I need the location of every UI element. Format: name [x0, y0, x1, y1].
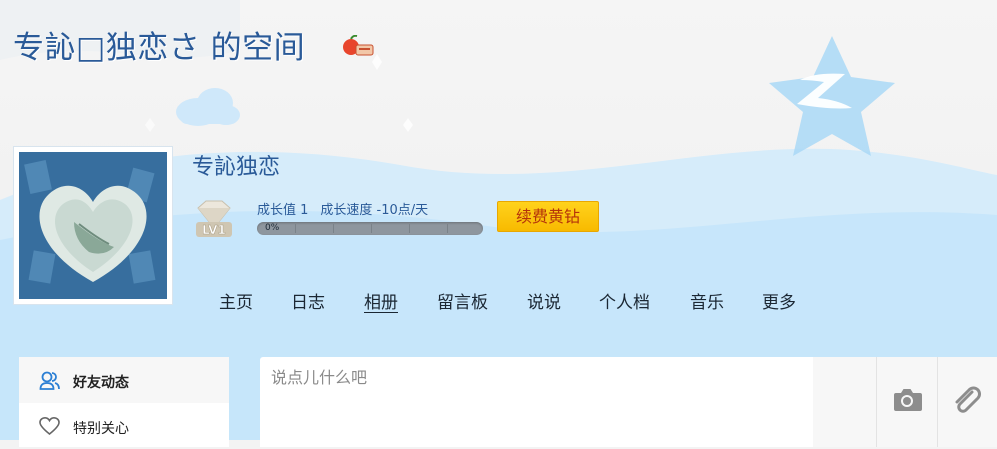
sidebar-item-label: 好友动态: [73, 375, 129, 391]
toolbar-divider: [876, 357, 877, 447]
growth-progress-bar: 0%: [257, 222, 483, 235]
friends-icon: [39, 371, 60, 390]
nav-music[interactable]: 音乐: [690, 288, 724, 313]
growth-value: 成长值 1: [257, 203, 309, 218]
nav-shuoshuo[interactable]: 说说: [527, 288, 561, 313]
post-input[interactable]: [260, 357, 813, 447]
avatar-frame[interactable]: [13, 146, 173, 305]
sidebar-item-special-care[interactable]: 特别关心: [19, 403, 229, 449]
avatar[interactable]: [19, 152, 167, 299]
nav-message-board[interactable]: 留言板: [437, 288, 488, 313]
nav-home[interactable]: 主页: [219, 288, 253, 313]
nav-more[interactable]: 更多: [762, 288, 796, 313]
sidebar-item-label: 特别关心: [73, 421, 129, 437]
level-label: LV1: [202, 223, 226, 237]
progress-tick: [295, 224, 296, 233]
growth-speed: 成长速度 -10点/天: [320, 203, 429, 218]
growth-stats: 成长值 1 成长速度 -10点/天: [257, 199, 440, 218]
camera-icon[interactable]: [891, 386, 923, 414]
renew-yellow-diamond-button[interactable]: 续费黄钻: [497, 201, 599, 232]
sidebar-item-friend-feed[interactable]: 好友动态: [19, 357, 229, 403]
main-nav: 主页 日志 相册 留言板 说说 个人档 音乐 更多: [0, 288, 997, 314]
paperclip-icon[interactable]: [952, 386, 984, 416]
heart-icon: [39, 416, 60, 436]
toolbar-divider: [937, 357, 938, 447]
level-diamond-icon[interactable]: LV1: [190, 198, 238, 240]
apple-vip-icon[interactable]: [342, 35, 374, 57]
space-title: 专訫□独恋さ 的空间: [13, 30, 306, 66]
nav-blog[interactable]: 日志: [291, 288, 325, 313]
feed-sidebar: 好友动态 特别关心: [19, 357, 229, 447]
progress-tick: [333, 224, 334, 233]
post-composer: [260, 357, 813, 447]
nickname[interactable]: 专訫独恋: [192, 149, 280, 181]
progress-tick: [447, 224, 448, 233]
progress-label: 0%: [265, 223, 280, 233]
nav-album[interactable]: 相册: [364, 288, 398, 313]
progress-tick: [409, 224, 410, 233]
nav-profile[interactable]: 个人档: [599, 288, 650, 313]
progress-tick: [371, 224, 372, 233]
